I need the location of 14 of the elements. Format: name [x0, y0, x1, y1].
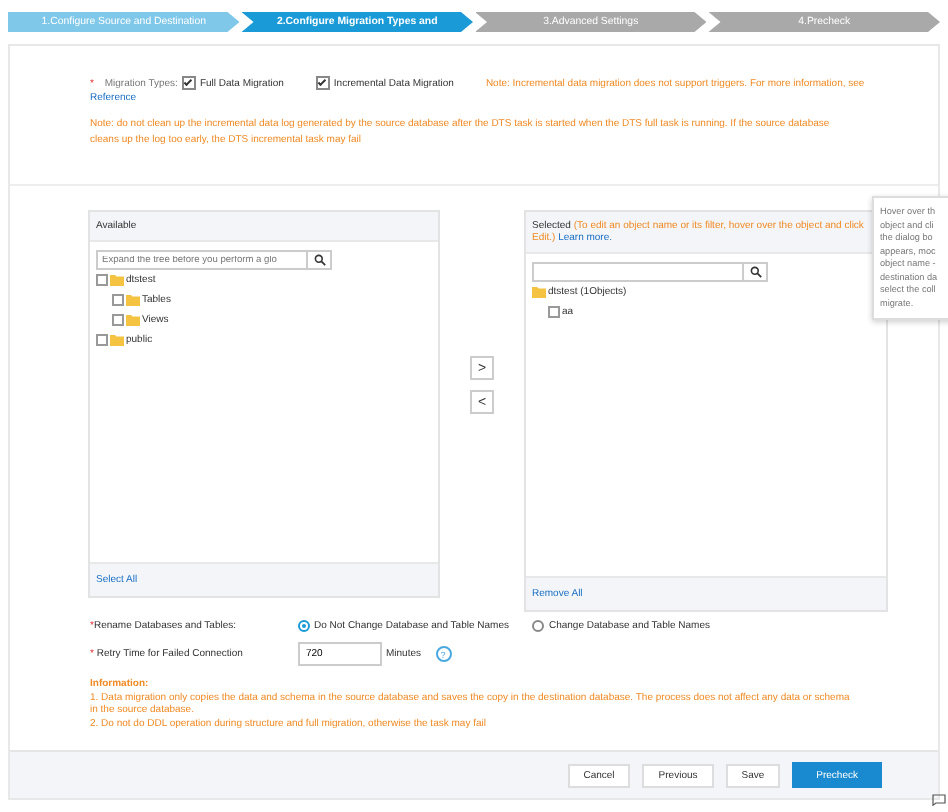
- checkbox[interactable]: [181, 76, 196, 90]
- search-icon[interactable]: [749, 266, 761, 278]
- folder-icon: [532, 286, 546, 298]
- checkbox[interactable]: [315, 76, 330, 90]
- checkbox[interactable]: [96, 274, 108, 286]
- radio-button[interactable]: [298, 620, 310, 632]
- checkbox[interactable]: [548, 306, 560, 318]
- search-icon[interactable]: [313, 254, 325, 266]
- checkbox[interactable]: [112, 314, 124, 326]
- chat-icon[interactable]: [932, 794, 946, 806]
- checkbox[interactable]: [112, 294, 124, 306]
- search-field[interactable]: [532, 262, 744, 282]
- radio-button[interactable]: [532, 620, 545, 632]
- checkbox[interactable]: [96, 334, 108, 346]
